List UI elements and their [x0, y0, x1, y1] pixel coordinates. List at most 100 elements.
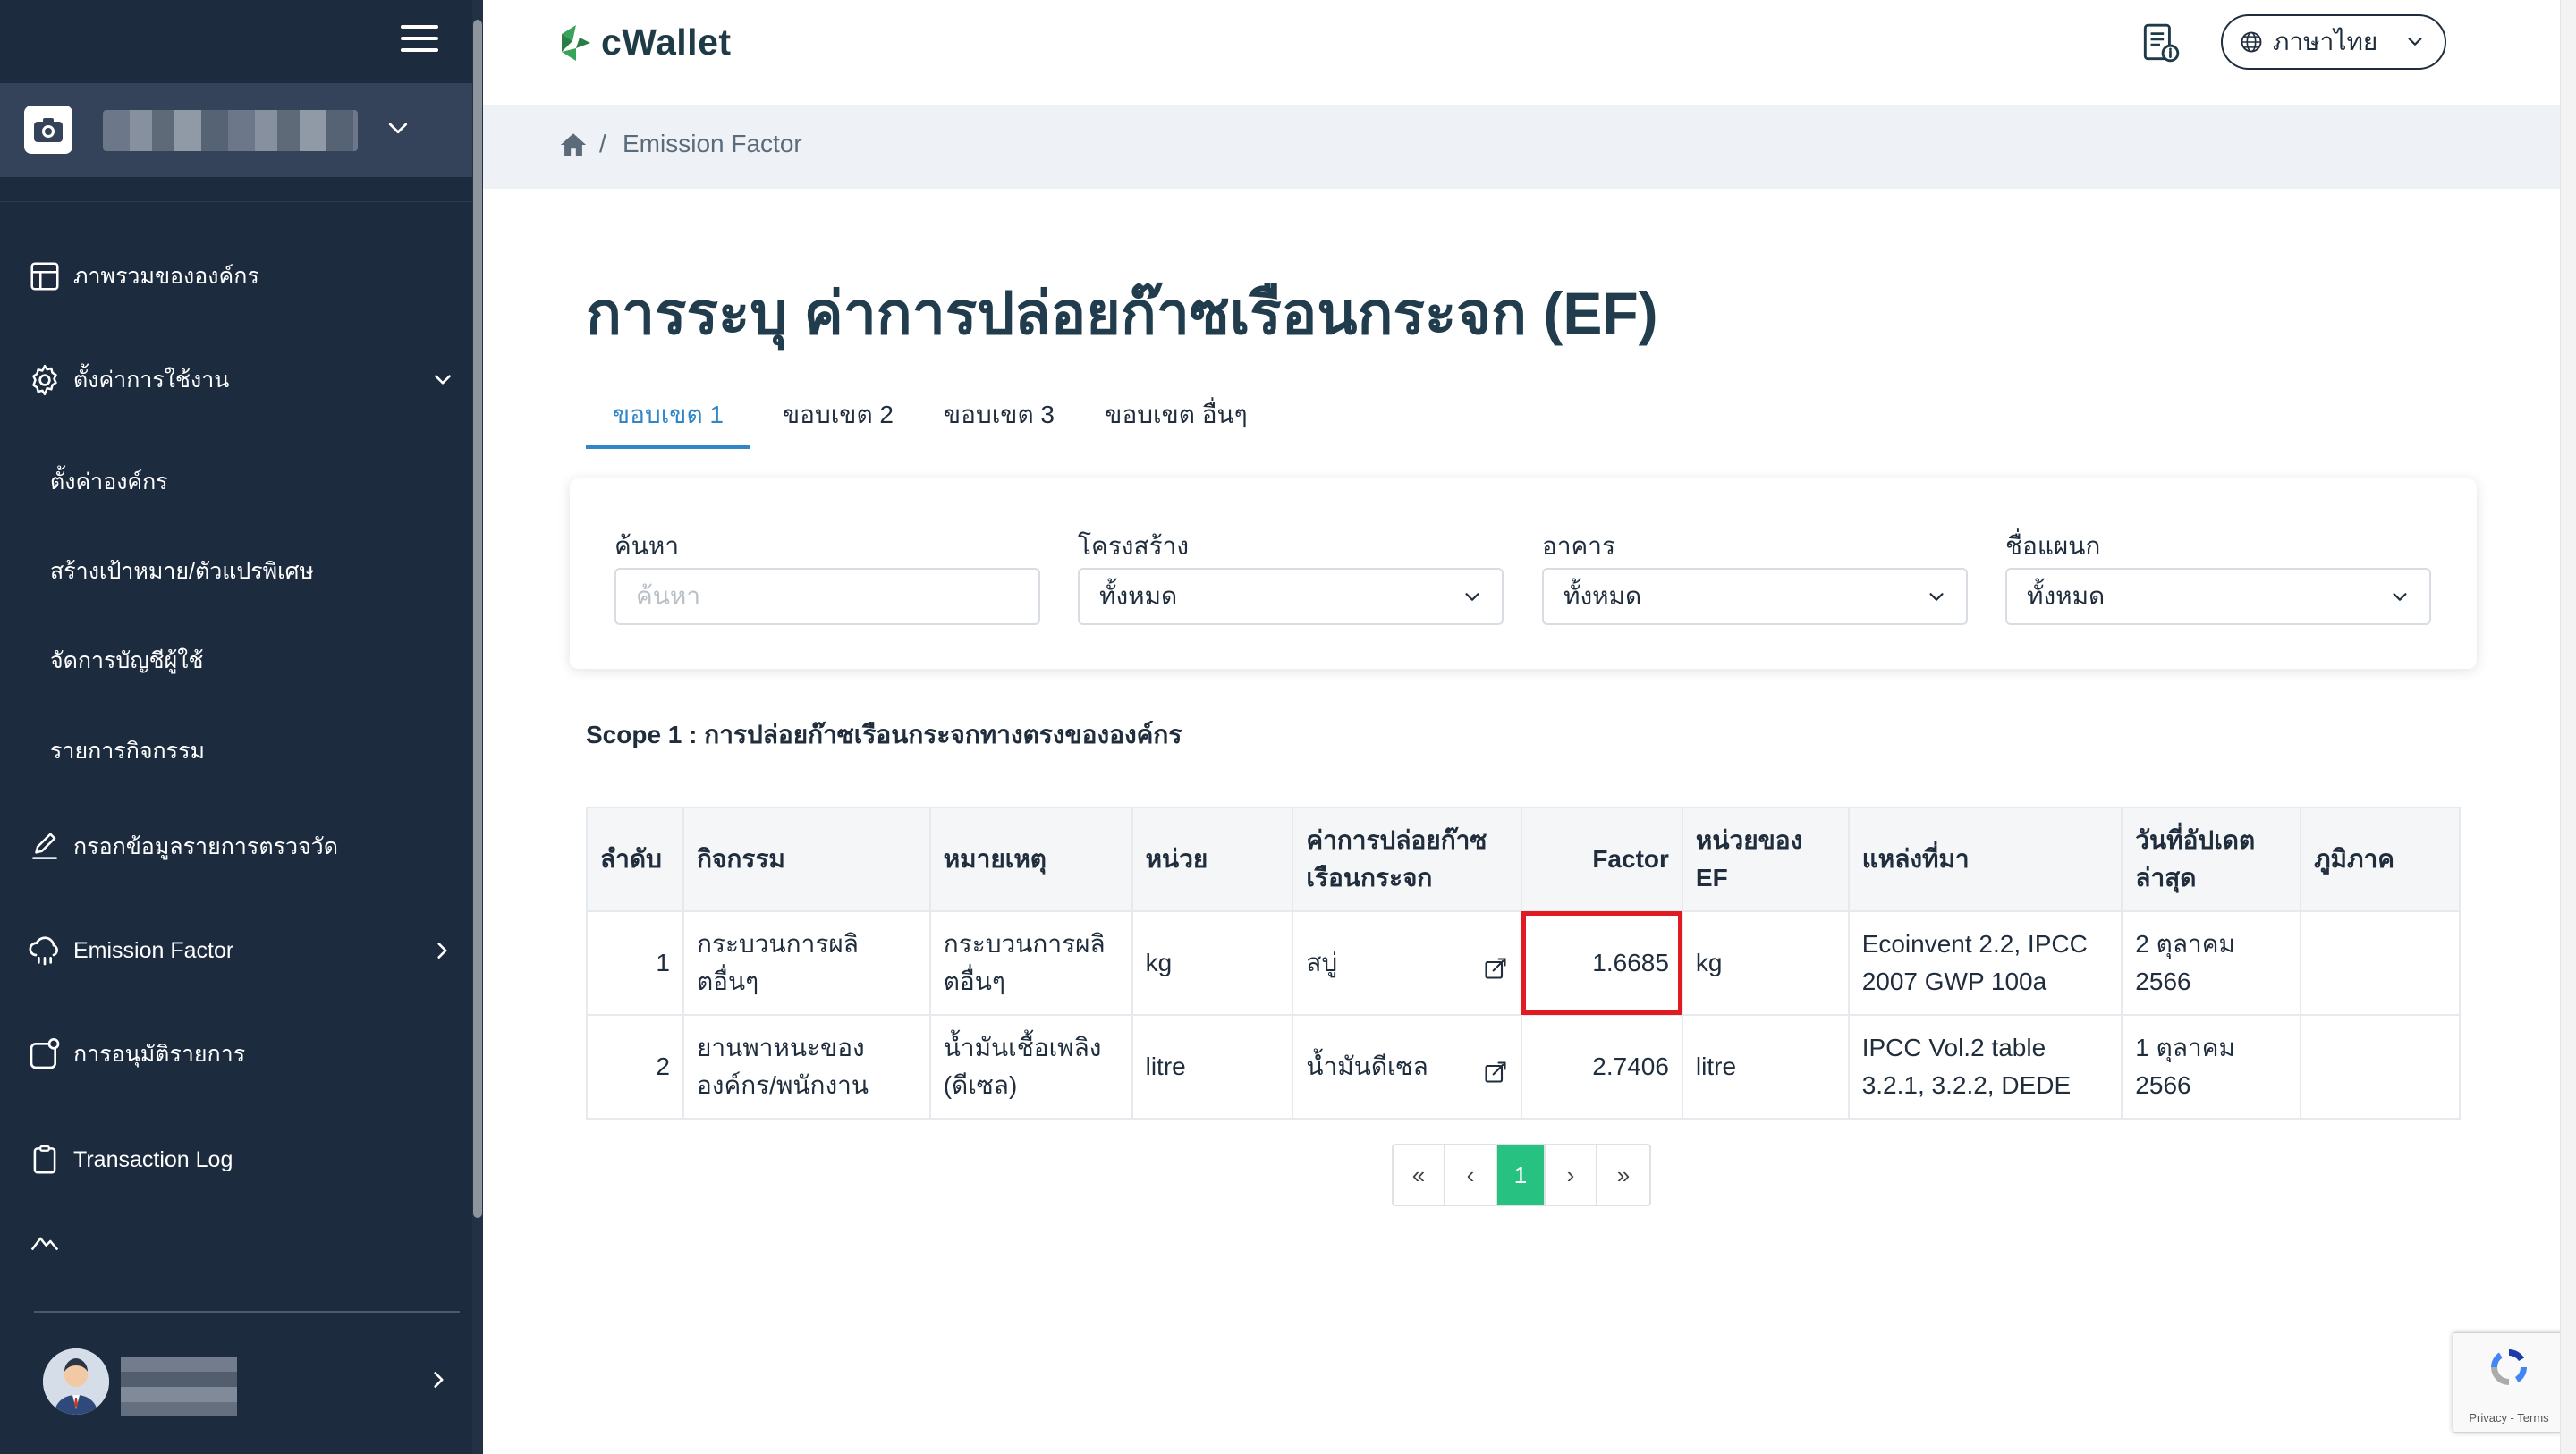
department-label: ชื่อแผนก [2005, 532, 2101, 560]
home-icon[interactable] [558, 130, 589, 160]
edit-icon[interactable] [1483, 956, 1508, 981]
sidebar-item-label: Emission Factor [73, 937, 234, 963]
recaptcha-icon [2491, 1349, 2527, 1385]
chevron-right-icon[interactable] [428, 1368, 451, 1391]
chevron-down-icon [435, 375, 451, 385]
structure-label: โครงสร้าง [1078, 532, 1190, 560]
search-input[interactable] [614, 568, 1040, 625]
table-cell: น้ำมันเชื้อเพลิง (ดีเซล) [928, 1014, 1133, 1120]
chevron-down-icon [2408, 38, 2422, 46]
top-header: cWallet ภาษาไทย [483, 0, 2560, 105]
table-cell: ยานพาหนะขององค์กร/พนักงาน [682, 1014, 931, 1120]
document-info-icon[interactable] [2138, 20, 2182, 66]
sidebar-subitem-user-accounts[interactable]: จัดการบัญชีผู้ใช้ [50, 643, 203, 679]
organization-name-redacted [103, 110, 358, 151]
sidebar-item-label: การอนุมัติรายการ [73, 1042, 246, 1067]
sidebar-item-settings[interactable]: ตั้งค่าการใช้งาน [0, 349, 472, 411]
mountain-icon [25, 1223, 64, 1259]
page-prev-button[interactable]: ‹ [1445, 1145, 1497, 1205]
structure-value: ทั้งหมด [1099, 582, 1178, 610]
sidebar-subitem-activities[interactable]: รายการกิจกรรม [50, 733, 205, 769]
column-header[interactable]: วันที่อัปเดตล่าสุด [2121, 807, 2302, 912]
sidebar-scrollbar[interactable] [472, 0, 483, 1454]
tab-scope-1[interactable]: ขอบเขต 1 [586, 385, 750, 449]
page-current-button[interactable]: 1 [1497, 1145, 1546, 1205]
emission-factor-table: ลำดับ กิจกรรม หมายเหตุ หน่วย ค่าการปล่อย… [586, 807, 2461, 1120]
cloud-rain-icon [25, 931, 64, 970]
clipboard-icon [25, 1140, 64, 1179]
building-value: ทั้งหมด [1563, 582, 1642, 610]
building-select[interactable]: ทั้งหมด [1542, 568, 1968, 625]
sidebar-item-partial[interactable] [0, 1223, 472, 1259]
column-header[interactable]: แหล่งที่มา [1847, 807, 2123, 912]
breadcrumb: / Emission Factor [483, 105, 2560, 189]
table-cell: กระบวนการผลิตอื่นๆ [682, 910, 931, 1016]
table-row: 1 กระบวนการผลิตอื่นๆ กระบวนการผลิตอื่นๆ … [586, 910, 2461, 1016]
app-logo[interactable]: cWallet [558, 21, 732, 63]
recaptcha-text[interactable]: Privacy - Terms [2453, 1411, 2564, 1424]
column-header[interactable]: ลำดับ [586, 807, 684, 912]
chevron-down-icon [1929, 593, 1944, 601]
tab-scope-2[interactable]: ขอบเขต 2 [767, 385, 910, 449]
layout-icon [25, 257, 64, 296]
sidebar: ภาพรวมขององค์กร ตั้งค่าการใช้งาน ตั้งค่า… [0, 0, 483, 1454]
scope-title: Scope 1 : การปล่อยก๊าซเรือนกระจกทางตรงขอ… [586, 721, 1182, 748]
page-next-button[interactable]: › [1546, 1145, 1597, 1205]
page-scrollbar[interactable] [2560, 0, 2576, 1454]
column-header[interactable]: หมายเหตุ [928, 807, 1133, 912]
structure-select[interactable]: ทั้งหมด [1078, 568, 1504, 625]
sidebar-item-label: ภาพรวมขององค์กร [73, 264, 259, 289]
sidebar-item-label: Transaction Log [73, 1146, 233, 1172]
page-last-button[interactable]: » [1597, 1145, 1649, 1205]
divider [0, 201, 472, 202]
hamburger-menu-icon[interactable] [401, 25, 438, 57]
table-cell: Ecoinvent 2.2, IPCC 2007 GWP 100a [1847, 910, 2123, 1016]
factor-cell-highlighted: 1.6685 [1521, 910, 1683, 1016]
table-cell: IPCC Vol.2 table 3.2.1, 3.2.2, DEDE [1847, 1014, 2123, 1120]
breadcrumb-current: Emission Factor [623, 130, 802, 157]
table-cell: kg [1681, 910, 1850, 1016]
column-header[interactable]: กิจกรรม [682, 807, 931, 912]
page-first-button[interactable]: « [1394, 1145, 1445, 1205]
language-select[interactable]: ภาษาไทย [2221, 14, 2446, 70]
column-header[interactable]: หน่วยของ EF [1681, 807, 1850, 912]
avatar[interactable] [43, 1348, 109, 1415]
sidebar-item-emission-factor[interactable]: Emission Factor [0, 919, 472, 982]
user-name-redacted [121, 1357, 237, 1416]
sidebar-subitem-targets[interactable]: สร้างเป้าหมาย/ตัวแปรพิเศษ [50, 554, 314, 589]
table-header-row: ลำดับ กิจกรรม หมายเหตุ หน่วย ค่าการปล่อย… [586, 807, 2461, 912]
gear-icon [25, 360, 64, 400]
organization-switcher[interactable] [0, 83, 472, 177]
ef-name: น้ำมันดีเซล [1306, 1052, 1428, 1080]
approval-icon [25, 1035, 64, 1074]
column-header[interactable]: Factor [1521, 807, 1683, 912]
recaptcha-badge[interactable]: Privacy - Terms [2453, 1332, 2563, 1433]
edit-icon[interactable] [1483, 1060, 1508, 1085]
chevron-right-icon [437, 943, 447, 959]
chevron-down-icon[interactable] [385, 115, 411, 142]
table-cell [2300, 1014, 2461, 1120]
table-cell: 2 [586, 1014, 684, 1120]
scrollbar-thumb[interactable] [473, 20, 482, 1218]
ef-name: สบู่ [1306, 949, 1338, 976]
column-header[interactable]: ค่าการปล่อยก๊าซเรือนกระจก [1292, 807, 1523, 912]
sidebar-item-data-entry[interactable]: กรอกข้อมูลรายการตรวจวัด [0, 816, 472, 878]
sidebar-subitem-org-settings[interactable]: ตั้งค่าองค์กร [50, 464, 168, 500]
pagination: « ‹ 1 › » [1392, 1144, 1651, 1206]
pencil-icon [25, 827, 64, 866]
tab-scope-other[interactable]: ขอบเขต อื่นๆ [1087, 385, 1266, 449]
building-label: อาคาร [1542, 532, 1616, 560]
sidebar-item-label: กรอกข้อมูลรายการตรวจวัด [73, 834, 338, 859]
divider [34, 1311, 460, 1313]
table-cell: 1 [586, 910, 684, 1016]
column-header[interactable]: ภูมิภาค [2300, 807, 2461, 912]
tab-scope-3[interactable]: ขอบเขต 3 [936, 385, 1062, 449]
department-select[interactable]: ทั้งหมด [2005, 568, 2431, 625]
column-header[interactable]: หน่วย [1131, 807, 1294, 912]
sidebar-item-approvals[interactable]: การอนุมัติรายการ [0, 1023, 472, 1086]
sidebar-item-transaction-log[interactable]: Transaction Log [0, 1129, 472, 1191]
breadcrumb-separator: / [599, 130, 606, 157]
sidebar-item-overview[interactable]: ภาพรวมขององค์กร [0, 245, 472, 308]
table-cell: กระบวนการผลิตอื่นๆ [928, 910, 1133, 1016]
table-cell: litre [1131, 1014, 1294, 1120]
